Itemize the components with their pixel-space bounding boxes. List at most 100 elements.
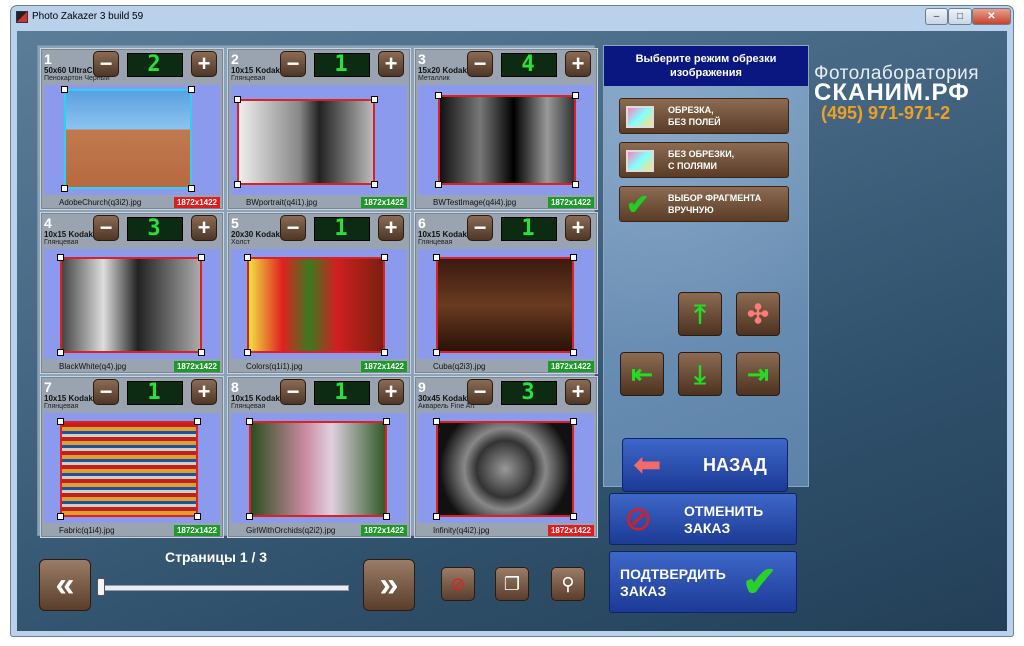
maximize-button[interactable]: □ bbox=[948, 8, 972, 25]
photo-preview-area[interactable] bbox=[418, 249, 594, 359]
decrease-qty-button[interactable]: − bbox=[93, 379, 119, 405]
decrease-qty-button[interactable]: − bbox=[280, 379, 306, 405]
minimize-button[interactable]: – bbox=[925, 8, 948, 25]
crop-handle[interactable] bbox=[194, 418, 201, 425]
photo-cell[interactable]: 1 50x60 UltraChrome Пенокартон Черный − … bbox=[40, 48, 224, 210]
crop-handle[interactable] bbox=[381, 254, 388, 261]
crop-handle[interactable] bbox=[371, 181, 378, 188]
increase-qty-button[interactable]: + bbox=[565, 379, 591, 405]
crop-handle[interactable] bbox=[234, 181, 241, 188]
increase-qty-button[interactable]: + bbox=[191, 215, 217, 241]
photo-thumbnail[interactable] bbox=[247, 257, 385, 353]
crop-handle[interactable] bbox=[570, 513, 577, 520]
decrease-qty-button[interactable]: − bbox=[467, 51, 493, 77]
prev-page-button[interactable]: « bbox=[39, 559, 91, 611]
copy-button[interactable]: ❐ bbox=[495, 567, 529, 601]
decrease-qty-button[interactable]: − bbox=[280, 215, 306, 241]
photo-thumbnail[interactable] bbox=[60, 257, 202, 353]
crop-handle[interactable] bbox=[572, 181, 579, 188]
crop-handle[interactable] bbox=[198, 349, 205, 356]
photo-preview-area[interactable] bbox=[231, 249, 407, 359]
crop-handle[interactable] bbox=[246, 418, 253, 425]
crop-handle[interactable] bbox=[570, 418, 577, 425]
photo-thumbnail[interactable] bbox=[237, 99, 375, 185]
decrease-qty-button[interactable]: − bbox=[467, 379, 493, 405]
move-down-button[interactable]: ⤓ bbox=[678, 352, 722, 396]
no-crop-borders-button[interactable]: БЕЗ ОБРЕЗКИ, С ПОЛЯМИ bbox=[619, 142, 789, 178]
photo-thumbnail[interactable] bbox=[438, 95, 576, 185]
photo-preview-area[interactable] bbox=[44, 413, 220, 523]
crop-handle[interactable] bbox=[194, 513, 201, 520]
photo-thumbnail[interactable] bbox=[436, 257, 574, 353]
photo-preview-area[interactable] bbox=[44, 249, 220, 359]
decrease-qty-button[interactable]: − bbox=[93, 51, 119, 77]
decrease-qty-button[interactable]: − bbox=[280, 51, 306, 77]
crop-handle[interactable] bbox=[188, 86, 195, 93]
title-bar[interactable]: Photo Zakazer 3 build 59 – □ ✕ bbox=[11, 6, 1013, 28]
crop-handle[interactable] bbox=[198, 254, 205, 261]
crop-handle[interactable] bbox=[244, 254, 251, 261]
photo-cell[interactable]: 2 10x15 Kodak Глянцевая − 1 + BWportrait… bbox=[227, 48, 411, 210]
crop-handle[interactable] bbox=[570, 349, 577, 356]
crop-handle[interactable] bbox=[433, 418, 440, 425]
increase-qty-button[interactable]: + bbox=[565, 215, 591, 241]
cancel-order-button[interactable]: ⊘ ОТМЕНИТЬ ЗАКАЗ bbox=[609, 493, 797, 545]
crop-handle[interactable] bbox=[57, 513, 64, 520]
crop-handle[interactable] bbox=[433, 254, 440, 261]
crop-handle[interactable] bbox=[57, 254, 64, 261]
crop-handle[interactable] bbox=[246, 513, 253, 520]
crop-handle[interactable] bbox=[383, 418, 390, 425]
manual-fragment-button[interactable]: ✔ ВЫБОР ФРАГМЕНТА ВРУЧНУЮ bbox=[619, 186, 789, 222]
photo-thumbnail[interactable] bbox=[436, 421, 574, 517]
close-button[interactable]: ✕ bbox=[972, 8, 1011, 25]
move-left-button[interactable]: ⇤ bbox=[620, 352, 664, 396]
photo-preview-area[interactable] bbox=[231, 85, 407, 195]
crop-handle[interactable] bbox=[433, 513, 440, 520]
confirm-order-button[interactable]: ПОДТВЕРДИТЬ ЗАКАЗ ✔ bbox=[609, 551, 797, 613]
photo-cell[interactable]: 6 10x15 Kodak Глянцевая − 1 + Cuba(q2i3)… bbox=[414, 212, 598, 374]
photo-preview-area[interactable] bbox=[44, 85, 220, 195]
crop-handle[interactable] bbox=[570, 254, 577, 261]
crop-handle[interactable] bbox=[435, 181, 442, 188]
delete-all-button[interactable]: ⊘ bbox=[441, 567, 475, 601]
photo-thumbnail[interactable] bbox=[249, 421, 387, 517]
crop-handle[interactable] bbox=[435, 92, 442, 99]
crop-handle[interactable] bbox=[61, 86, 68, 93]
increase-qty-button[interactable]: + bbox=[191, 51, 217, 77]
crop-handle[interactable] bbox=[61, 185, 68, 192]
photo-thumbnail[interactable] bbox=[60, 421, 198, 517]
photo-cell[interactable]: 4 10x15 Kodak Глянцевая − 3 + BlackWhite… bbox=[40, 212, 224, 374]
decrease-qty-button[interactable]: − bbox=[93, 215, 119, 241]
increase-qty-button[interactable]: + bbox=[378, 379, 404, 405]
crop-handle[interactable] bbox=[57, 349, 64, 356]
increase-qty-button[interactable]: + bbox=[565, 51, 591, 77]
page-slider-track[interactable] bbox=[99, 585, 349, 591]
move-right-button[interactable]: ⇥ bbox=[736, 352, 780, 396]
center-button[interactable]: ✣ bbox=[736, 292, 780, 336]
photo-cell[interactable]: 5 20x30 Kodak Холст − 1 + Colors(q1i1).j… bbox=[227, 212, 411, 374]
zoom-button[interactable]: ⚲ bbox=[551, 567, 585, 601]
page-slider-thumb[interactable] bbox=[97, 578, 105, 596]
crop-handle[interactable] bbox=[234, 96, 241, 103]
photo-thumbnail[interactable] bbox=[64, 89, 192, 189]
increase-qty-button[interactable]: + bbox=[378, 51, 404, 77]
crop-handle[interactable] bbox=[572, 92, 579, 99]
crop-handle[interactable] bbox=[433, 349, 440, 356]
photo-cell[interactable]: 8 10x15 Kodak Глянцевая − 1 + GirlWithOr… bbox=[227, 376, 411, 538]
crop-handle[interactable] bbox=[188, 185, 195, 192]
crop-handle[interactable] bbox=[371, 96, 378, 103]
decrease-qty-button[interactable]: − bbox=[467, 215, 493, 241]
increase-qty-button[interactable]: + bbox=[378, 215, 404, 241]
photo-preview-area[interactable] bbox=[418, 85, 594, 195]
back-button[interactable]: ⬅ НАЗАД bbox=[622, 438, 788, 492]
photo-cell[interactable]: 9 30x45 Kodak Акварель Fine Art − 3 + In… bbox=[414, 376, 598, 538]
photo-preview-area[interactable] bbox=[418, 413, 594, 523]
crop-no-borders-button[interactable]: ОБРЕЗКА, БЕЗ ПОЛЕЙ bbox=[619, 98, 789, 134]
increase-qty-button[interactable]: + bbox=[191, 379, 217, 405]
crop-handle[interactable] bbox=[381, 349, 388, 356]
photo-preview-area[interactable] bbox=[231, 413, 407, 523]
crop-handle[interactable] bbox=[57, 418, 64, 425]
move-up-button[interactable]: ⤒ bbox=[678, 292, 722, 336]
crop-handle[interactable] bbox=[383, 513, 390, 520]
next-page-button[interactable]: » bbox=[363, 559, 415, 611]
